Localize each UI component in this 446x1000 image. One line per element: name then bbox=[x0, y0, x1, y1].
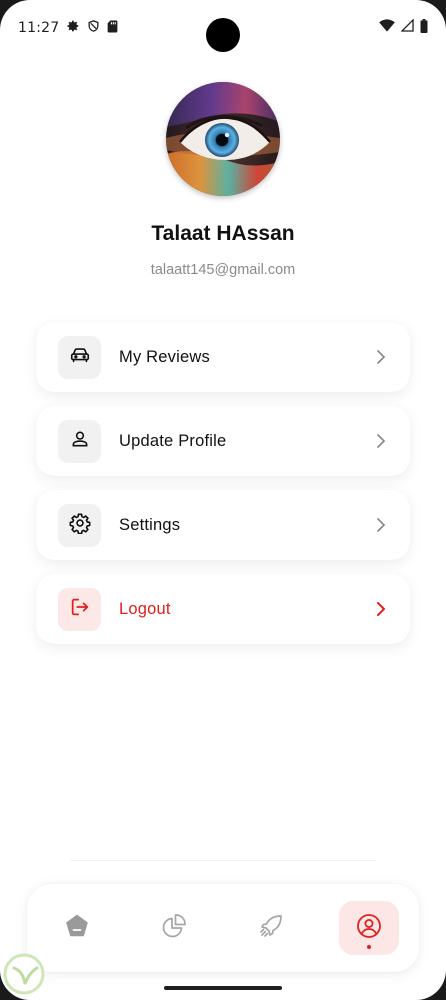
menu-item-logout[interactable]: Logout bbox=[36, 574, 410, 644]
chevron-right-icon bbox=[376, 601, 386, 617]
avatar-image bbox=[166, 82, 280, 196]
pie-chart-icon bbox=[160, 912, 188, 945]
profile-name: Talaat HAssan bbox=[151, 222, 295, 245]
shield-icon bbox=[87, 19, 100, 37]
home-indicator[interactable] bbox=[164, 986, 282, 990]
gear-icon bbox=[69, 512, 91, 539]
profile-email: talaatt145@gmail.com bbox=[150, 262, 296, 278]
avatar[interactable] bbox=[166, 82, 280, 196]
menu-item-label: My Reviews bbox=[119, 347, 210, 366]
bottom-nav bbox=[27, 884, 419, 972]
user-icon bbox=[70, 429, 90, 454]
status-bar: 11:27 bbox=[0, 0, 446, 56]
chevron-right-icon bbox=[376, 433, 386, 449]
status-left: 11:27 bbox=[18, 19, 118, 37]
phone-screen: 11:27 Talaat HAssan talaatt145@gmail.com… bbox=[0, 0, 446, 1000]
signal-icon bbox=[400, 18, 414, 37]
divider bbox=[70, 860, 376, 861]
settings-icon bbox=[66, 19, 80, 37]
profile-icon bbox=[356, 913, 382, 944]
status-time: 11:27 bbox=[18, 20, 60, 36]
sd-card-icon bbox=[107, 20, 118, 37]
nav-item-explore[interactable] bbox=[241, 901, 301, 955]
active-indicator-dot bbox=[367, 945, 371, 949]
rocket-icon bbox=[257, 912, 285, 945]
nav-item-home[interactable] bbox=[47, 901, 107, 955]
menu-icon-box bbox=[58, 335, 101, 379]
battery-icon bbox=[420, 18, 428, 38]
menu-icon-box bbox=[58, 419, 101, 463]
nav-item-profile[interactable] bbox=[339, 901, 399, 955]
menu-item-label: Logout bbox=[119, 599, 171, 618]
menu-item-my-reviews[interactable]: My Reviews bbox=[36, 322, 410, 392]
logout-icon bbox=[69, 596, 91, 623]
menu-item-label: Update Profile bbox=[119, 431, 227, 450]
menu-item-update-profile[interactable]: Update Profile bbox=[36, 406, 410, 476]
chevron-right-icon bbox=[376, 349, 386, 365]
nav-item-stats[interactable] bbox=[144, 901, 204, 955]
home-icon bbox=[64, 913, 90, 944]
menu-item-settings[interactable]: Settings bbox=[36, 490, 410, 560]
car-icon bbox=[69, 344, 91, 371]
status-right bbox=[379, 18, 428, 38]
menu-item-label: Settings bbox=[119, 515, 181, 534]
wifi-icon bbox=[379, 19, 395, 37]
overlay-badge-icon bbox=[0, 950, 48, 998]
chevron-right-icon bbox=[376, 517, 386, 533]
menu-icon-box bbox=[58, 503, 101, 547]
front-camera bbox=[206, 18, 240, 52]
menu-icon-box bbox=[58, 587, 101, 631]
